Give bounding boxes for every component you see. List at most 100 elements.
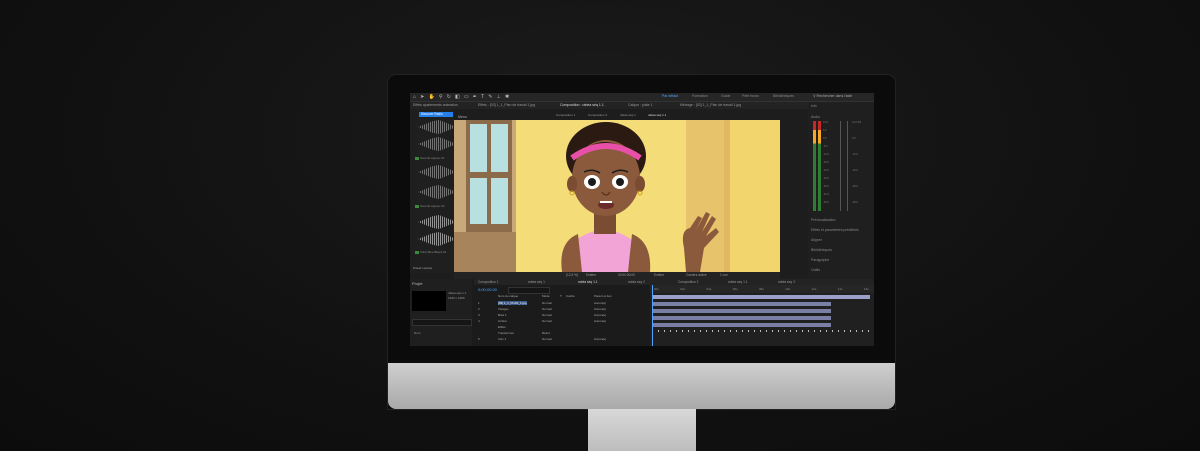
layer-row[interactable]: 4 Arrière Normal Aucun(e) xyxy=(474,319,648,323)
tab-layer[interactable]: Calque : plate 1 xyxy=(628,103,653,107)
views-select[interactable]: 1 vue xyxy=(720,273,728,277)
timeline-tracks[interactable]: 00s 02s 04s 06s 08s 10s 12s 14s 16s xyxy=(650,285,874,346)
layer-num: 1 xyxy=(478,301,480,305)
tab-composition[interactable]: Composition : rabéa séq 1.1 xyxy=(560,103,604,107)
rotate-icon[interactable]: ↻ xyxy=(447,94,451,100)
section-align[interactable]: Aligner xyxy=(811,238,822,242)
section-paragraph[interactable]: Paragraphe xyxy=(811,258,829,262)
timeline-tab[interactable]: Composition 2 xyxy=(678,280,698,284)
workspace-training[interactable]: Formation xyxy=(692,94,708,98)
project-item-name: rabéa séq 1.1 xyxy=(448,291,467,295)
keyframes[interactable] xyxy=(652,330,870,332)
playhead[interactable] xyxy=(652,285,653,346)
bottom-panels: Projet rabéa séq 1.1 1920 x 1080 Nom Com… xyxy=(410,279,874,346)
stamp-icon[interactable]: ⊥ xyxy=(497,94,501,100)
menu-dropdown[interactable]: Menu xyxy=(458,115,467,119)
layer-track-bar[interactable] xyxy=(652,323,831,327)
camera-select[interactable]: Caméra active xyxy=(686,273,707,277)
db-label: -12,0 xyxy=(852,153,858,156)
composition-viewer[interactable] xyxy=(454,120,780,272)
camera-icon[interactable]: ◧ xyxy=(455,94,460,100)
section-preview[interactable]: Prévisualisation xyxy=(811,218,836,222)
rectangle-icon[interactable]: ▭ xyxy=(464,94,469,100)
selection-icon[interactable]: ➤ xyxy=(420,94,424,100)
tab-footage[interactable]: Métrage : [03] 1_1_Plan de travail 1.jpg xyxy=(680,103,741,107)
discover-radio-button[interactable]: Discover Radio xyxy=(419,112,453,117)
layer-track-bar[interactable] xyxy=(652,316,831,320)
layer-track-bar[interactable] xyxy=(652,295,870,299)
comp-subtab[interactable]: Composition 1 xyxy=(556,113,575,117)
volume-slider[interactable] xyxy=(847,121,848,211)
column-parent[interactable]: Parent et lien xyxy=(594,294,612,298)
timeline-tab[interactable]: Composition 1 xyxy=(478,280,498,284)
db-label: -30,0 xyxy=(823,177,829,180)
layer-row[interactable]: 2 Visages Normal Aucun(e) xyxy=(474,307,648,311)
column-name[interactable]: Nom du calque xyxy=(498,294,518,298)
column-mode[interactable]: Mode xyxy=(542,294,550,298)
layer-num: 5 xyxy=(478,337,480,341)
layer-row[interactable]: 5 Voix 1 Normal Aucun(e) xyxy=(474,337,648,341)
comp-subtab[interactable]: Composition 2 xyxy=(588,113,607,117)
timeline-search-input[interactable] xyxy=(508,287,550,294)
brush-icon[interactable]: ✎ xyxy=(488,94,492,100)
column-t[interactable]: T xyxy=(560,294,562,298)
resolution-select[interactable]: Entière xyxy=(586,273,596,277)
name-column-header[interactable]: Nom xyxy=(414,331,420,335)
time-ruler[interactable]: 00s 02s 04s 06s 08s 10s 12s 14s 16s xyxy=(650,285,874,293)
puppet-icon[interactable]: ✱ xyxy=(505,94,509,100)
workspace-libraries[interactable]: Bibliothèques xyxy=(773,94,794,98)
viewer-timecode[interactable]: 00:00:00:00 xyxy=(618,273,635,277)
timeline-tab[interactable]: rabéa seq 1.1 xyxy=(728,280,748,284)
layer-row[interactable]: Transformer Réinit. xyxy=(474,331,648,335)
layer-name[interactable]: Arrière xyxy=(498,319,507,323)
workspace-default[interactable]: Par défaut xyxy=(662,94,678,98)
ruler-tick-label: 14s xyxy=(837,287,843,291)
help-search[interactable]: ⚲ Rechercher dans l'aide xyxy=(813,94,871,100)
layer-name[interactable]: [03] 1_1_PLAN_1.jpg xyxy=(498,301,527,305)
section-effects-presets[interactable]: Effets et paramètres prédéfinis xyxy=(811,228,859,232)
column-matte[interactable]: Cache xyxy=(566,294,575,298)
zoom-icon[interactable]: ⚲ xyxy=(439,94,443,100)
workspace-small-screen[interactable]: Petit écran xyxy=(742,94,759,98)
layer-mode: Normal xyxy=(542,313,552,317)
layer-name[interactable]: Voix 1 xyxy=(498,337,506,341)
character-illustration xyxy=(561,122,719,272)
layer-row[interactable]: 3 Bras 1 Normal Aucun(e) xyxy=(474,313,648,317)
layer-name[interactable]: Effets xyxy=(498,325,506,329)
db-label: -48,0 xyxy=(852,201,858,204)
workspace-guide[interactable]: Guide xyxy=(721,94,730,98)
layer-track-bar[interactable] xyxy=(652,302,831,306)
timeline-tab[interactable]: rabéa séq 1.1 xyxy=(578,280,598,284)
app-screen: ⌂ ➤ ✋ ⚲ ↻ ◧ ▭ ✒ T ✎ ⊥ ✱ Par défaut Forma… xyxy=(410,93,874,346)
quality-select[interactable]: Entière xyxy=(654,273,664,277)
layer-name[interactable]: Bras 1 xyxy=(498,313,507,317)
zoom-level[interactable]: (12,5 %) xyxy=(566,273,578,277)
layer-row[interactable]: 1 [03] 1_1_PLAN_1.jpg Normal Aucun(e) xyxy=(474,301,648,305)
timeline-tab[interactable]: rabéa seq 2 xyxy=(628,280,645,284)
ruler-tick-label: 12s xyxy=(811,287,817,291)
pen-icon[interactable]: ✒ xyxy=(473,94,477,100)
hand-icon[interactable]: ✋ xyxy=(428,94,434,100)
audio-item[interactable]: Sounds Aperçu 02 xyxy=(415,204,445,208)
comp-subtab[interactable]: rabéa séq 1 xyxy=(620,113,636,117)
timeline-tab[interactable]: rabéa séq 1 xyxy=(528,280,545,284)
ruler-tick-label: 16s xyxy=(864,287,869,291)
project-search-input[interactable] xyxy=(412,319,472,326)
home-icon[interactable]: ⌂ xyxy=(413,94,416,100)
timeline-tab[interactable]: rabéa seq 3 xyxy=(778,280,795,284)
text-icon[interactable]: T xyxy=(481,94,484,100)
layer-name[interactable]: Visages xyxy=(498,307,509,311)
layer-row[interactable]: Effets xyxy=(474,325,648,329)
tab-effects-controls[interactable]: Effets ajustements animation xyxy=(413,103,458,107)
audio-item[interactable]: Sounds Aperçu 01 xyxy=(415,156,445,160)
section-tools[interactable]: Outils xyxy=(811,268,820,272)
layer-track-bar[interactable] xyxy=(652,309,831,313)
layer-name[interactable]: Transformer xyxy=(498,331,514,335)
volume-slider[interactable] xyxy=(840,121,841,211)
layer-mode: Réinit. xyxy=(542,331,551,335)
comp-subtab[interactable]: rabéa séq 1.1 xyxy=(648,113,666,117)
audio-item[interactable]: Clinic Bee Bleed 01 xyxy=(415,250,446,254)
tab-effects-image[interactable]: Effets : [03] 1_1_Plan de travail 1.jpg xyxy=(478,103,535,107)
timeline-timecode[interactable]: 0;00;00;00 xyxy=(478,287,497,292)
section-libraries[interactable]: Bibliothèques xyxy=(811,248,832,252)
